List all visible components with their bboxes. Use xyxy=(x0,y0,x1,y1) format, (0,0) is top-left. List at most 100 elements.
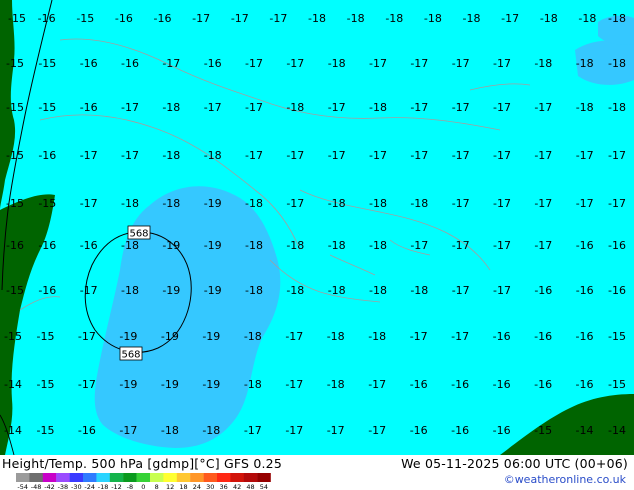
grid-temperature-label: -19 xyxy=(202,330,220,343)
weather-map-page: -15 -16 -15 -16 -16 -17 -17 -17 -18 -18 -18 -18 -18 -… xyxy=(0,0,634,490)
grid-temperature-label: -16 xyxy=(80,57,98,70)
grid-temperature-label: -17 xyxy=(493,101,511,114)
scale-swatch xyxy=(243,473,258,482)
grid-temperature-label: -16 xyxy=(410,378,428,391)
grid-temperature-label: -19 xyxy=(119,330,137,343)
scale-tick-label: 8 xyxy=(155,483,159,490)
grid-temperature-label: -15 xyxy=(37,378,55,391)
grid-temperature-label: -15 xyxy=(38,101,56,114)
grid-temperature-label: -17 xyxy=(576,197,594,210)
grid-temperature-label: -16 xyxy=(38,149,56,162)
grid-temperature-label: -17 xyxy=(369,149,387,162)
site-credit-link[interactable]: ©weatheronline.co.uk xyxy=(504,472,626,488)
grid-temperature-label: -18 xyxy=(410,197,428,210)
scale-tick-label: -42 xyxy=(44,483,55,490)
grid-temperature-label: -16 xyxy=(38,12,56,25)
grid-temperature-label: -17 xyxy=(231,12,249,25)
grid-temperature-label: -17 xyxy=(410,149,428,162)
grid-temperature-label: -15 xyxy=(608,378,626,391)
grid-temperature-label: -15 xyxy=(608,330,626,343)
grid-temperature-label: -16 xyxy=(6,239,24,252)
grid-temperature-label: -18 xyxy=(161,424,179,437)
grid-temperature-label: -18 xyxy=(608,101,626,114)
grid-temperature-label: -17 xyxy=(410,101,428,114)
scale-tick-label: -24 xyxy=(84,483,95,490)
grid-temperature-label: -15 xyxy=(6,284,24,297)
scale-tick-label: 12 xyxy=(166,483,174,490)
grid-temperature-label: -17 xyxy=(80,197,98,210)
grid-temperature-label: -18 xyxy=(540,12,558,25)
grid-temperature-label: -18 xyxy=(244,378,262,391)
grid-temperature-label: -17 xyxy=(410,330,428,343)
grid-temperature-label: -16 xyxy=(576,284,594,297)
grid-temperature-label: -18 xyxy=(369,101,387,114)
scale-swatch xyxy=(96,473,110,482)
grid-temperature-label: -19 xyxy=(204,284,222,297)
grid-temperature-label: -17 xyxy=(245,101,263,114)
grid-temperature-label: -16 xyxy=(576,330,594,343)
scale-swatch xyxy=(29,473,43,482)
grid-temperature-label: -14 xyxy=(608,424,626,437)
grid-temperature-label: -18 xyxy=(368,330,386,343)
temperature-map: -15 -16 -15 -16 -16 -17 -17 -17 -18 -18 -18 -18 -18 -… xyxy=(0,0,634,455)
grid-temperature-label: -16 xyxy=(451,424,469,437)
grid-temperature-label: -17 xyxy=(534,197,552,210)
grid-temperature-label: -18 xyxy=(327,330,345,343)
grid-temperature-label: -18 xyxy=(245,239,263,252)
grid-temperature-label: -19 xyxy=(204,239,222,252)
grid-temperature-label: -18 xyxy=(576,101,594,114)
grid-temperature-label: -17 xyxy=(78,330,96,343)
grid-temperature-label: -17 xyxy=(493,284,511,297)
grid-temperature-label: -16 xyxy=(608,284,626,297)
scale-tick-label: -12 xyxy=(111,483,122,490)
scale-swatch xyxy=(123,473,137,482)
grid-temperature-label: -17 xyxy=(121,101,139,114)
grid-temperature-label: -17 xyxy=(328,149,346,162)
grid-temperature-label: -18 xyxy=(328,197,346,210)
grid-temperature-label: -17 xyxy=(452,284,470,297)
valid-time: We 05-11-2025 06:00 UTC (00+06) xyxy=(401,456,628,471)
grid-temperature-label: -19 xyxy=(119,378,137,391)
scale-tick-label: 24 xyxy=(193,483,201,490)
grid-temperature-label: -18 xyxy=(369,284,387,297)
grid-temperature-label: -16 xyxy=(78,424,96,437)
scale-tick-label: 18 xyxy=(179,483,187,490)
svg-text:568: 568 xyxy=(121,350,140,361)
grid-temperature-label: -16 xyxy=(576,239,594,252)
scale-tick-label: -18 xyxy=(98,483,109,490)
scale-tick-label: 54 xyxy=(260,483,268,490)
grid-temperature-label: -18 xyxy=(424,12,442,25)
grid-temperature-label: -15 xyxy=(6,197,24,210)
grid-temperature-label: -19 xyxy=(161,378,179,391)
grid-temperature-label: -17 xyxy=(451,330,469,343)
grid-temperature-label: -15 xyxy=(8,12,26,25)
scale-swatch xyxy=(69,473,84,482)
grid-temperature-label: -17 xyxy=(493,197,511,210)
scale-tick-label: 48 xyxy=(246,483,254,490)
grid-temperature-label: -16 xyxy=(115,12,133,25)
map-title: Height/Temp. 500 hPa [gdmp][°C] GFS 0.25 xyxy=(2,456,282,471)
grid-temperature-label: -17 xyxy=(493,239,511,252)
footer-legend-bar: -54 -48 -42 -38 -30 -24 -18 -12 -8 0 8 12 18 24 30 36 42… xyxy=(0,472,634,490)
scale-swatch xyxy=(190,473,204,482)
grid-temperature-label: -16 xyxy=(534,330,552,343)
grid-temperature-label: -17 xyxy=(119,424,137,437)
grid-temperature-label: -17 xyxy=(285,378,303,391)
grid-temperature-label: -15 xyxy=(38,57,56,70)
grid-temperature-label: -17 xyxy=(534,239,552,252)
grid-temperature-label: -16 xyxy=(38,284,56,297)
grid-temperature-label: -17 xyxy=(328,101,346,114)
scale-swatch xyxy=(230,473,244,482)
grid-temperature-label: -16 xyxy=(534,284,552,297)
grid-temperature-label: -16 xyxy=(493,330,511,343)
scale-swatch xyxy=(42,473,57,482)
grid-temperature-label: -17 xyxy=(78,378,96,391)
svg-text:568: 568 xyxy=(129,229,148,240)
scale-swatch xyxy=(163,473,177,482)
scale-swatch xyxy=(56,473,70,482)
grid-temperature-label: -16 xyxy=(80,101,98,114)
grid-temperature-label: -16 xyxy=(493,424,511,437)
grid-temperature-label: -18 xyxy=(328,284,346,297)
grid-temperature-label: -17 xyxy=(452,149,470,162)
grid-temperature-label: -18 xyxy=(244,330,262,343)
